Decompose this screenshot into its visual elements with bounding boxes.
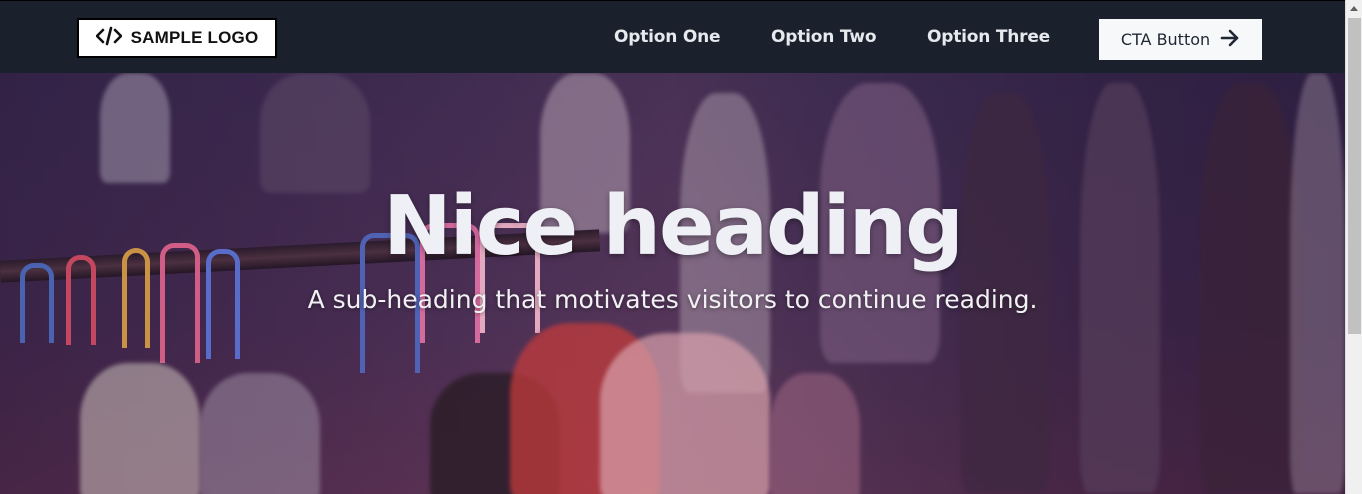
nav-link-option-two[interactable]: Option Two	[771, 27, 877, 47]
hero-heading: Nice heading	[383, 179, 964, 274]
cta-button[interactable]: CTA Button	[1099, 19, 1262, 60]
hero-section: Nice heading A sub-heading that motivate…	[0, 73, 1345, 494]
code-icon	[95, 26, 122, 50]
scrollbar-thumb[interactable]	[1348, 18, 1361, 334]
arrow-right-icon	[1220, 29, 1240, 50]
hero-subheading: A sub-heading that motivates visitors to…	[307, 285, 1038, 314]
scrollbar[interactable]	[1345, 0, 1362, 494]
logo[interactable]: SAMPLE LOGO	[77, 18, 277, 58]
page: SAMPLE LOGO Option One Option Two Option…	[0, 0, 1362, 494]
scroll-up-arrow-icon[interactable]	[1350, 6, 1358, 11]
nav-link-option-three[interactable]: Option Three	[927, 27, 1050, 47]
nav-link-option-one[interactable]: Option One	[614, 27, 721, 47]
logo-text: SAMPLE LOGO	[130, 28, 259, 47]
cta-button-label: CTA Button	[1120, 30, 1211, 49]
navbar: SAMPLE LOGO Option One Option Two Option…	[0, 0, 1345, 73]
